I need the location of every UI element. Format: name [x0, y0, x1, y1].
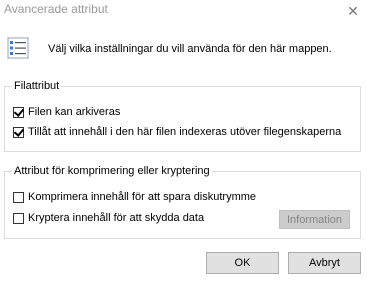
encrypt-checkbox-row[interactable]: Kryptera innehåll för att skydda data	[13, 211, 204, 225]
archive-checkbox-row[interactable]: Filen kan arkiveras	[13, 105, 120, 119]
advanced-attributes-dialog: Avancerade attribut ✕ Välj vilka inställ…	[0, 0, 367, 282]
encrypt-label: Kryptera innehåll för att skydda data	[28, 212, 205, 224]
close-icon: ✕	[347, 2, 359, 19]
file-attributes-title: Filattribut	[12, 80, 62, 93]
information-button[interactable]: Information	[279, 210, 350, 229]
window-title: Avancerade attribut	[4, 2, 108, 16]
index-checkbox[interactable]	[13, 126, 24, 138]
index-label: Tillåt att innehåll i den här filen inde…	[28, 126, 342, 138]
file-attributes-group: Filattribut Filen kan arkiveras Tillåt a…	[4, 80, 361, 152]
title-bar: Avancerade attribut ✕	[0, 0, 367, 24]
archive-label: Filen kan arkiveras	[28, 106, 121, 118]
archive-checkbox[interactable]	[13, 106, 24, 118]
compress-checkbox-row[interactable]: Komprimera innehåll för att spara diskut…	[13, 190, 256, 204]
compress-encrypt-title: Attribut för komprimering eller krypteri…	[12, 165, 212, 178]
properties-list-icon	[7, 37, 29, 59]
compress-label: Komprimera innehåll för att spara diskut…	[28, 191, 257, 203]
ok-button[interactable]: OK	[206, 252, 279, 274]
compress-checkbox[interactable]	[13, 191, 24, 203]
index-checkbox-row[interactable]: Tillåt att innehåll i den här filen inde…	[13, 125, 341, 139]
encrypt-checkbox[interactable]	[13, 212, 24, 224]
cancel-button[interactable]: Avbryt	[288, 252, 361, 274]
close-button[interactable]: ✕	[339, 0, 367, 22]
intro-section: Välj vilka inställningar du vill använda…	[4, 34, 364, 64]
intro-text: Välj vilka inställningar du vill använda…	[48, 43, 332, 55]
